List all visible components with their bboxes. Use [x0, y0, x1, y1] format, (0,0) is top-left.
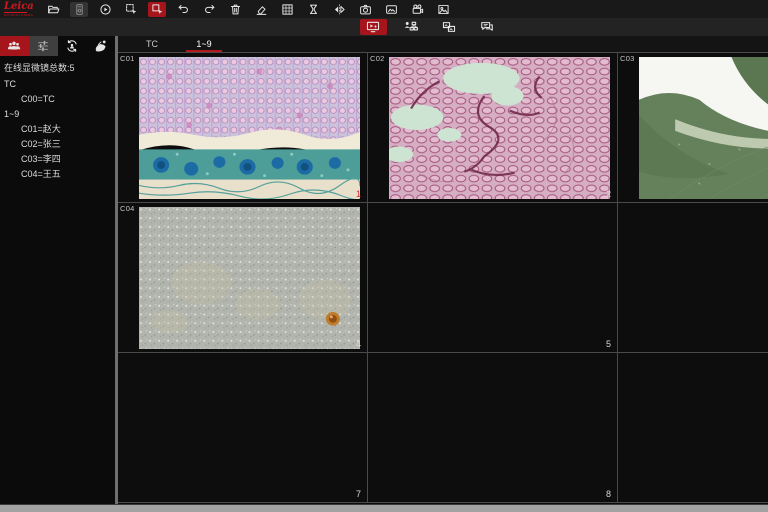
secondary-toolbar-icons [360, 19, 501, 35]
grid-table-icon[interactable] [278, 2, 296, 17]
primary-toolbar: Leica MICROSYSTEMS [0, 0, 768, 18]
group-label[interactable]: 1~9 [4, 109, 112, 120]
brand-subtitle: MICROSYSTEMS [4, 12, 27, 17]
app-window: Leica MICROSYSTEMS 在线显微镜总数:5 TC C00=TC 1~9… [0, 0, 768, 512]
archive-icon[interactable] [70, 2, 88, 17]
primary-toolbar-icons [44, 2, 452, 17]
adjustments-icon [36, 39, 50, 53]
main-area: TC1~9 C01 1 C02 2 C033 C04 4 56 7 89 [118, 36, 768, 505]
cell-number: 2 [606, 189, 611, 199]
video-camera-icon[interactable] [408, 2, 426, 17]
sidebar-tab-hand-control[interactable] [86, 36, 115, 56]
leica-logo: Leica MICROSYSTEMS [0, 1, 44, 17]
camera-cell-1[interactable]: C01 1 [118, 53, 368, 203]
live-screen-icon[interactable] [360, 19, 387, 35]
cell-number: 1 [356, 189, 361, 199]
group-tab-bar: TC1~9 [118, 36, 768, 52]
cell-camera-id: C04 [120, 204, 135, 213]
select-area-icon[interactable] [122, 2, 140, 17]
sidebar-tab-sync-user[interactable] [58, 36, 87, 56]
member-item[interactable]: C00=TC [21, 94, 112, 105]
camera-cell-8[interactable]: 8 [368, 353, 618, 503]
camera-icon[interactable] [356, 2, 374, 17]
participants-icon [7, 39, 21, 53]
content-area: 在线显微镜总数:5 TC C00=TC 1~9 C01=赵大 C02=张三 C03=李四 C… [0, 36, 768, 505]
group-label[interactable]: TC [4, 79, 112, 90]
student-network-icon[interactable] [398, 19, 425, 35]
camera-cell-2[interactable]: C02 2 [368, 53, 618, 203]
member-item[interactable]: C03=李四 [21, 154, 112, 165]
cell-number: 7 [356, 489, 361, 499]
redo-icon[interactable] [200, 2, 218, 17]
snapshot-icon[interactable] [382, 2, 400, 17]
microscope-tree: TC C00=TC 1~9 C01=赵大 C02=张三 C03=李四 C04=王五 [3, 79, 112, 180]
horizontal-scrollbar[interactable] [0, 504, 768, 512]
hand-control-icon [94, 39, 108, 53]
microscope-list: 在线显微镜总数:5 TC C00=TC 1~9 C01=赵大 C02=张三 C03=李四 C… [0, 56, 115, 184]
sidebar-tab-participants[interactable] [0, 36, 29, 56]
cell-image-plant-stem-section [139, 57, 360, 199]
cell-camera-id: C02 [370, 54, 385, 63]
sidebar-tabs [0, 36, 115, 56]
camera-grid: C01 1 C02 2 C033 C04 4 56 7 89 [118, 53, 768, 503]
cell-number: 8 [606, 489, 611, 499]
secondary-toolbar [0, 18, 768, 36]
member-item[interactable]: C04=王五 [21, 169, 112, 180]
group-tab-1[interactable]: 1~9 [178, 36, 230, 52]
camera-grid-viewport: C01 1 C02 2 C033 C04 4 56 7 89 [118, 52, 768, 505]
hourglass-icon[interactable] [304, 2, 322, 17]
cell-number: 4 [356, 339, 361, 349]
flip-horizontal-icon[interactable] [330, 2, 348, 17]
cell-camera-id: C01 [120, 54, 135, 63]
play-circle-icon[interactable] [96, 2, 114, 17]
eraser-icon[interactable] [252, 2, 270, 17]
trash-icon[interactable] [226, 2, 244, 17]
cell-image-pink-tissue-section [389, 57, 610, 199]
pointer-tool-icon[interactable] [148, 2, 166, 17]
image-distribute-icon[interactable] [436, 19, 463, 35]
open-folder-icon[interactable] [44, 2, 62, 17]
picture-icon[interactable] [434, 2, 452, 17]
member-item[interactable]: C01=赵大 [21, 124, 112, 135]
chat-icon[interactable] [474, 19, 501, 35]
camera-cell-5[interactable]: 5 [368, 203, 618, 353]
online-count-label: 在线显微镜总数:5 [4, 63, 112, 74]
camera-cell-4[interactable]: C04 4 [118, 203, 368, 353]
brand-name: Leica [4, 2, 44, 11]
camera-cell-3[interactable]: C033 [618, 53, 768, 203]
cell-number: 5 [606, 339, 611, 349]
sidebar-tab-adjustments[interactable] [29, 36, 58, 56]
cell-image-gray-specimen [139, 207, 360, 349]
group-tab-0[interactable]: TC [126, 36, 178, 52]
undo-icon[interactable] [174, 2, 192, 17]
cell-image-green-leaf [639, 57, 768, 199]
sidebar: 在线显微镜总数:5 TC C00=TC 1~9 C01=赵大 C02=张三 C03=李四 C… [0, 36, 115, 505]
camera-cell-6[interactable]: 6 [618, 203, 768, 353]
sync-user-icon [65, 39, 79, 53]
camera-cell-9[interactable]: 9 [618, 353, 768, 503]
member-item[interactable]: C02=张三 [21, 139, 112, 150]
cell-camera-id: C03 [620, 54, 635, 63]
camera-cell-7[interactable]: 7 [118, 353, 368, 503]
